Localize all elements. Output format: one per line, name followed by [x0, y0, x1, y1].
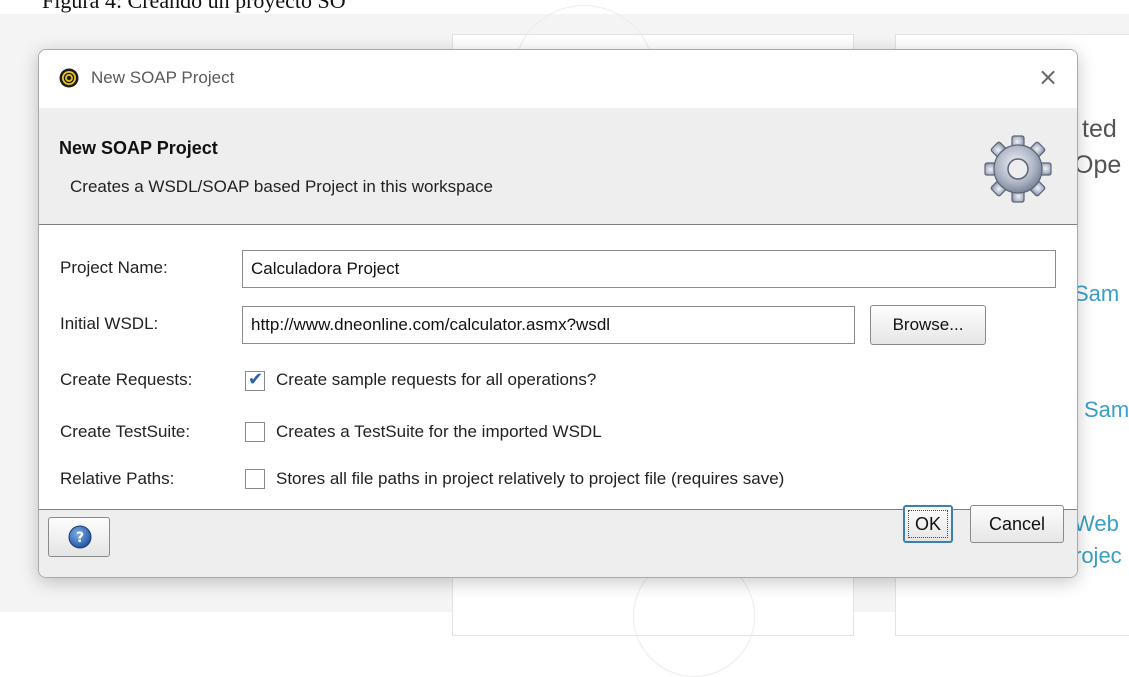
relative-paths-checkbox[interactable] [245, 469, 265, 489]
close-icon: × [1037, 63, 1059, 91]
project-name-label: Project Name: [60, 258, 168, 277]
help-button[interactable]: ? [48, 517, 110, 557]
browse-button[interactable]: Browse... [870, 305, 986, 345]
dialog-header-title: New SOAP Project [59, 138, 218, 158]
check-mark-icon: ✔ [248, 369, 264, 390]
svg-text:?: ? [76, 530, 84, 546]
relative-paths-label: Relative Paths: [60, 469, 175, 488]
dialog-window-title: New SOAP Project [91, 68, 235, 87]
ok-button-label: OK [914, 514, 941, 534]
dialog-form: Project Name: Initial WSDL: Browse... Cr… [39, 225, 1077, 508]
create-testsuite-label: Create TestSuite: [60, 422, 191, 441]
cancel-button[interactable]: Cancel [970, 505, 1064, 543]
create-requests-label: Create Requests: [60, 370, 193, 389]
dialog-titlebar[interactable]: New SOAP Project × [39, 50, 1077, 108]
new-soap-project-dialog: New SOAP Project × New SOAP Project Crea… [38, 49, 1078, 578]
relative-paths-text[interactable]: Stores all file paths in project relativ… [276, 469, 784, 489]
create-requests-text[interactable]: Create sample requests for all operation… [276, 370, 596, 390]
background-link[interactable]: rojec [1074, 543, 1122, 569]
gear-icon [984, 135, 1052, 203]
background-link[interactable]: Sam [1084, 397, 1129, 423]
dialog-header-subtitle: Creates a WSDL/SOAP based Project in thi… [70, 177, 493, 196]
project-name-input[interactable] [242, 250, 1056, 288]
create-testsuite-text[interactable]: Creates a TestSuite for the imported WSD… [276, 422, 602, 442]
background-link[interactable]: Sam [1074, 281, 1119, 307]
background-link[interactable]: Web [1074, 511, 1119, 537]
create-requests-checkbox[interactable]: ✔ [245, 369, 265, 391]
dialog-footer: ? OK Cancel [39, 505, 1077, 577]
document-caption: Figura 4: Creando un proyecto SO [42, 0, 346, 13]
dialog-header: New SOAP Project Creates a WSDL/SOAP bas… [39, 108, 1077, 225]
close-button[interactable]: × [1033, 62, 1063, 92]
help-icon: ? [68, 525, 92, 549]
initial-wsdl-input[interactable] [242, 306, 855, 344]
initial-wsdl-label: Initial WSDL: [60, 314, 159, 333]
background-fragment: Ope [1074, 151, 1122, 179]
create-testsuite-checkbox[interactable] [245, 422, 265, 442]
background-fragment: ted [1082, 115, 1117, 143]
soapui-logo-icon [59, 68, 79, 88]
ok-button[interactable]: OK [903, 505, 953, 543]
